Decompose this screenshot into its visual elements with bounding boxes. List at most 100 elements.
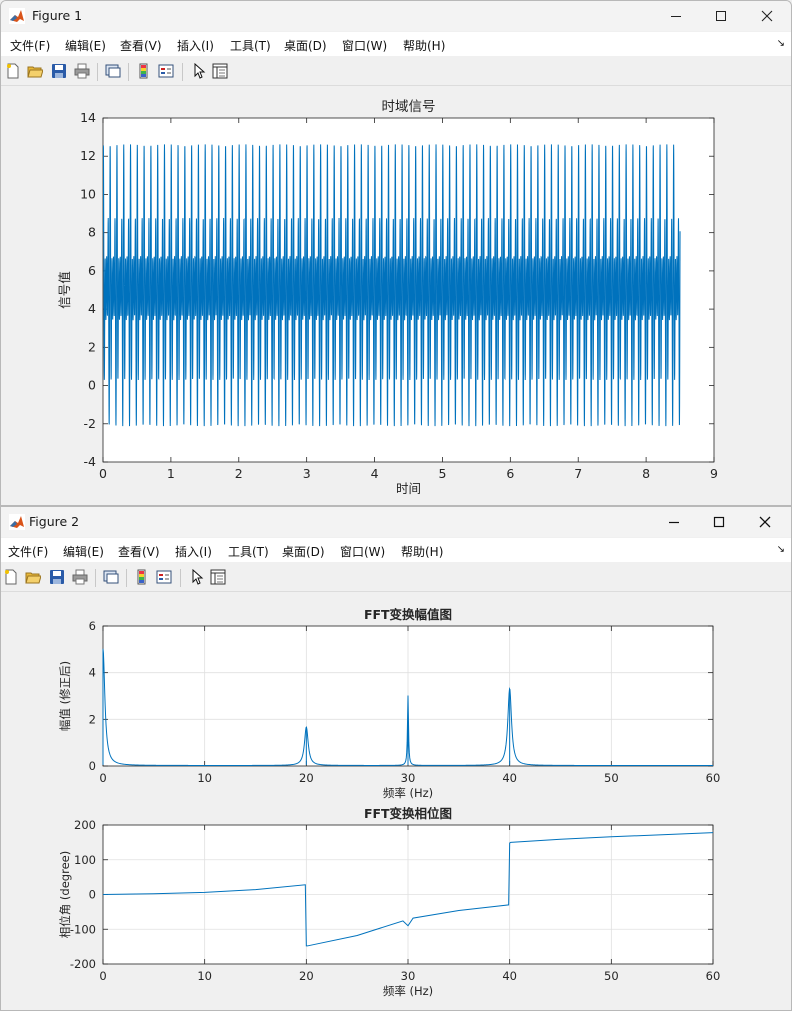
menu-tools[interactable]: 工具(T): [230, 37, 271, 54]
time-chart-y-tick-label: 12: [80, 148, 96, 163]
time-chart-y-tick-label: 14: [80, 110, 96, 125]
fft-magnitude-chart-x-tick-label: 20: [299, 771, 314, 785]
fft-magnitude-chart-x-tick-label: 30: [401, 771, 416, 785]
fft-magnitude-chart-x-tick-label: 10: [197, 771, 212, 785]
menu-view[interactable]: 查看(V): [120, 37, 162, 54]
fft-magnitude-chart-title: FFT变换幅值图: [364, 607, 452, 622]
toolbar-separator: [126, 569, 127, 587]
menubar-overflow-icon[interactable]: ↘: [777, 38, 785, 49]
fft-phase-chart-x-tick-label: 50: [604, 969, 619, 983]
open-file-icon[interactable]: [27, 63, 43, 79]
menu-help[interactable]: 帮助(H): [403, 37, 445, 54]
maximize-button[interactable]: [698, 1, 744, 31]
time-chart-y-tick-label: 4: [88, 301, 96, 316]
fft-phase-chart-y-tick-label: -100: [70, 922, 96, 936]
figure2-titlebar[interactable]: Figure 2: [1, 507, 791, 537]
time-chart-y-tick-label: -2: [84, 416, 96, 431]
fft-phase-chart-y-axis-label: 相位角 (degree): [58, 851, 72, 938]
new-figure-icon[interactable]: [5, 63, 21, 79]
close-button[interactable]: [744, 1, 790, 31]
minimize-icon: [671, 16, 681, 17]
fft-magnitude-chart-x-tick-label: 0: [99, 771, 106, 785]
menu-file[interactable]: 文件(F): [10, 37, 50, 54]
menu-window[interactable]: 窗口(W): [342, 37, 387, 54]
fft-magnitude-chart-x-tick-label: 40: [502, 771, 517, 785]
time-chart-x-tick-label: 2: [235, 466, 243, 481]
menu-view[interactable]: 查看(V): [118, 543, 160, 560]
fft-phase-chart-y-tick-label: -200: [70, 957, 96, 971]
new-figure-icon[interactable]: [3, 569, 19, 585]
time-chart-x-tick-label: 8: [642, 466, 650, 481]
minimize-button[interactable]: [651, 507, 697, 537]
menu-file[interactable]: 文件(F): [8, 543, 48, 560]
fft-phase-chart-x-axis-label: 频率 (Hz): [383, 984, 433, 998]
print-icon[interactable]: [72, 569, 88, 585]
menu-desktop[interactable]: 桌面(D): [284, 37, 327, 54]
pointer-icon[interactable]: [191, 63, 207, 79]
fft-phase-chart-x-tick-label: 60: [706, 969, 721, 983]
menu-desktop[interactable]: 桌面(D): [282, 543, 325, 560]
fft-magnitude-chart-y-tick-label: 4: [89, 666, 96, 680]
fft-magnitude-chart-y-tick-label: 0: [89, 759, 96, 773]
time-chart-x-tick-label: 9: [710, 466, 718, 481]
menu-tools[interactable]: 工具(T): [228, 543, 269, 560]
menu-insert[interactable]: 插入(I): [175, 543, 212, 560]
colorbar-icon[interactable]: [136, 63, 152, 79]
time-chart-x-tick-label: 3: [303, 466, 311, 481]
time-chart-y-tick-label: -4: [84, 454, 97, 469]
toolbar-separator: [180, 569, 181, 587]
close-icon: [761, 10, 773, 22]
menu-edit[interactable]: 编辑(E): [65, 37, 106, 54]
menu-insert[interactable]: 插入(I): [177, 37, 214, 54]
maximize-button[interactable]: [696, 507, 742, 537]
time-domain-chart[interactable]: 0 1 2 3 4 5 6 7 8 9-4-202468101214时域信号时间信号值: [1, 86, 791, 506]
figure1-plot-panel: 0 1 2 3 4 5 6 7 8 9 -4 -2 0 2 4 6 8 10 12 14 时域信号 时间 信号值: [1, 86, 791, 506]
fft-magnitude-chart-x-tick-label: 50: [604, 771, 619, 785]
close-icon: [759, 516, 771, 528]
open-file-icon[interactable]: [25, 569, 41, 585]
link-plot-icon[interactable]: [103, 569, 119, 585]
fft-magnitude-chart-x-axis-label: 频率 (Hz): [383, 786, 433, 800]
figure1-toolbar: [1, 58, 791, 86]
colorbar-icon[interactable]: [134, 569, 150, 585]
legend-icon[interactable]: [158, 63, 174, 79]
fft-phase-chart-x-tick-label: 30: [401, 969, 416, 983]
fft-magnitude-chart-y-axis-label: 幅值 (修正后): [58, 661, 72, 731]
time-chart-title: 时域信号: [382, 99, 436, 115]
menubar-overflow-icon[interactable]: ↘: [777, 544, 785, 555]
figure1-menubar: 文件(F) 编辑(E) 查看(V) 插入(I) 工具(T) 桌面(D) 窗口(W…: [1, 32, 791, 56]
menu-edit[interactable]: 编辑(E): [63, 543, 104, 560]
time-chart-y-tick-label: 0: [88, 378, 96, 393]
pointer-icon[interactable]: [189, 569, 205, 585]
minimize-button[interactable]: [653, 1, 699, 31]
save-icon[interactable]: [49, 569, 65, 585]
print-icon[interactable]: [74, 63, 90, 79]
legend-icon[interactable]: [156, 569, 172, 585]
fft-phase-chart-x-tick-label: 0: [99, 969, 106, 983]
fft-magnitude-chart-axes: 0 10 20 30 40 50 60 0 2 4 6 FFT变换幅值图频率 (Hz) 幅值 (修正后): [58, 607, 720, 800]
fft-phase-chart-y-tick-label: 0: [89, 888, 96, 902]
property-inspector-icon[interactable]: [212, 63, 228, 79]
time-chart-x-tick-label: 0: [99, 466, 107, 481]
fft-magnitude-chart-x-tick-label: 60: [706, 771, 721, 785]
time-chart-y-axis-label: 信号值: [57, 271, 72, 309]
link-plot-icon[interactable]: [105, 63, 121, 79]
menu-help[interactable]: 帮助(H): [401, 543, 443, 560]
fft-phase-chart-axes: 0 10 20 30 40 50 60 -200 -100 0 100 200 FFT变换相位图频率 (…: [58, 806, 720, 998]
menu-window[interactable]: 窗口(W): [340, 543, 385, 560]
matlab-logo-icon: [9, 8, 25, 24]
fft-phase-chart-x-tick-label: 40: [502, 969, 517, 983]
toolbar-separator: [95, 569, 96, 587]
time-chart-y-tick-label: 2: [88, 339, 96, 354]
maximize-icon: [713, 516, 725, 528]
property-inspector-icon[interactable]: [210, 569, 226, 585]
close-button[interactable]: [742, 507, 788, 537]
figure2-menubar: 文件(F) 编辑(E) 查看(V) 插入(I) 工具(T) 桌面(D) 窗口(W…: [1, 538, 791, 562]
save-icon[interactable]: [51, 63, 67, 79]
fft-charts[interactable]: 0 10 20 30 40 50 60 0 2 4 6 FFT变换幅值图频率 (Hz) 幅值 (修正后)…: [1, 592, 791, 1011]
time-chart-x-tick-label: 5: [438, 466, 446, 481]
fft-phase-chart-y-tick-label: 200: [74, 818, 96, 832]
toolbar-separator: [182, 63, 183, 81]
window-title: Figure 2: [29, 514, 80, 529]
figure1-titlebar[interactable]: Figure 1: [1, 1, 791, 31]
